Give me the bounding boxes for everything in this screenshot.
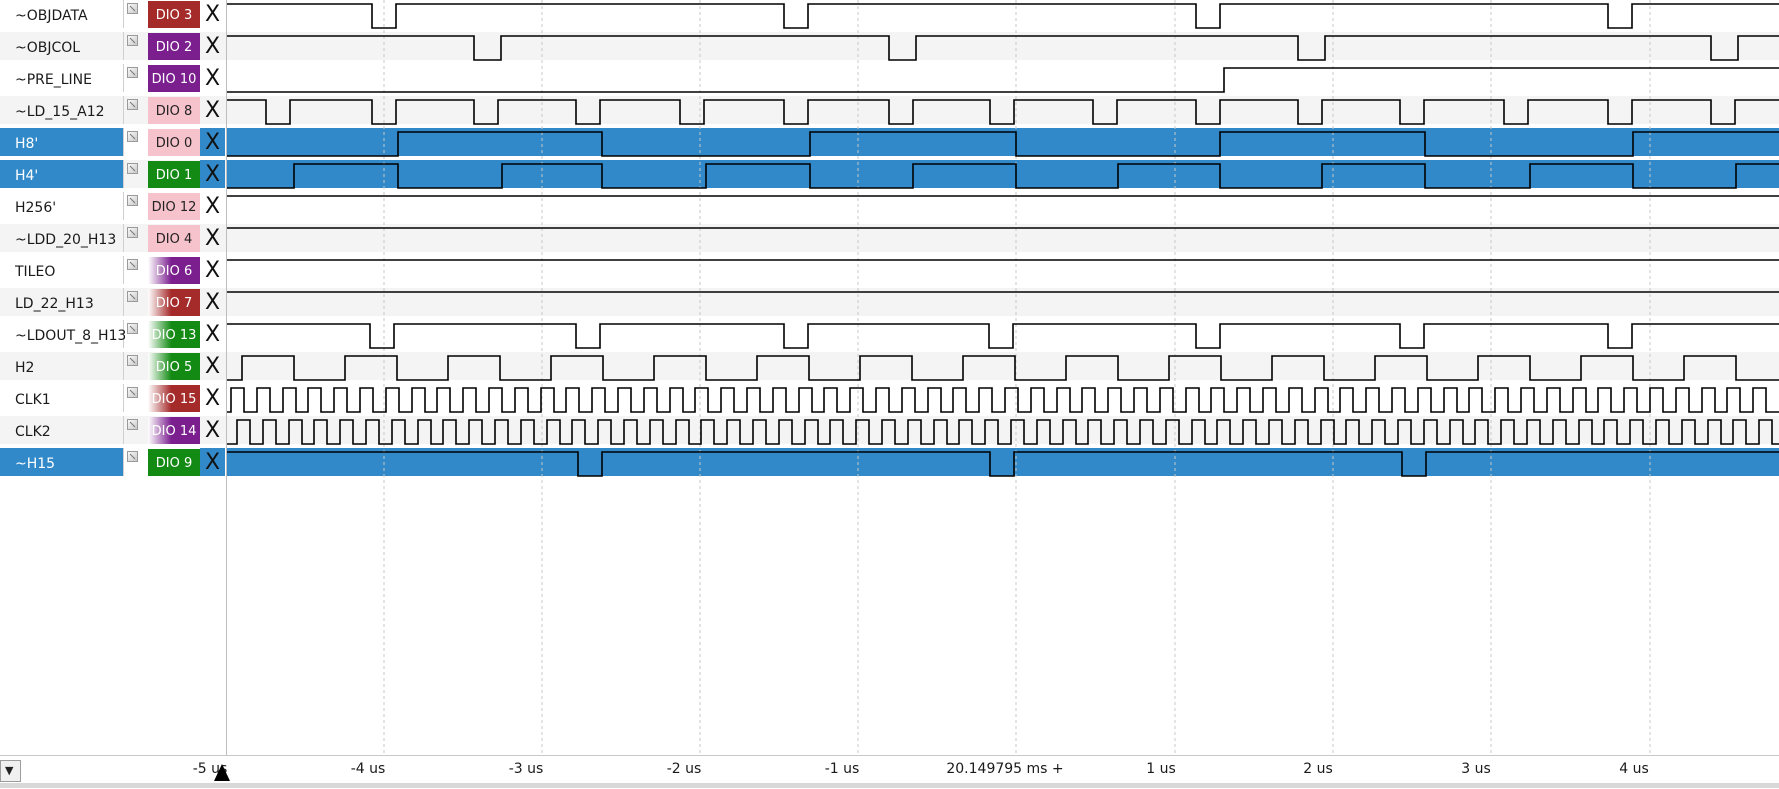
channel-waveform — [227, 99, 1779, 125]
channel-waveform — [227, 67, 1779, 93]
horizontal-scrollbar[interactable] — [0, 783, 1779, 788]
ruler-menu-button[interactable]: ▼ — [0, 760, 21, 782]
channel-waveform — [227, 451, 1779, 477]
channel-waveform — [227, 355, 1779, 381]
waveform-canvas[interactable] — [0, 0, 1779, 760]
ruler-tick-label: 20.149795 ms + — [946, 761, 1064, 777]
ruler-tick-label: -1 us — [824, 761, 860, 777]
channel-waveform — [227, 163, 1779, 189]
logic-analyzer-view: ~OBJDATA DIO 3 X ~OBJCOL DIO 2 X ~PRE_LINE DIO … — [0, 0, 1779, 789]
channel-waveform — [227, 35, 1779, 61]
chevron-down-icon: ▼ — [5, 764, 14, 777]
ruler-tick-label: 2 us — [1303, 761, 1333, 777]
trigger-marker-icon[interactable] — [214, 764, 230, 781]
ruler-tick-label: -3 us — [508, 761, 544, 777]
ruler-tick-label: 3 us — [1461, 761, 1491, 777]
ruler-tick-label: 1 us — [1146, 761, 1176, 777]
ruler-tick-label: -4 us — [350, 761, 386, 777]
channel-waveform — [227, 419, 1779, 445]
ruler-tick-label: 4 us — [1619, 761, 1649, 777]
channel-waveform — [227, 3, 1779, 29]
channel-waveform — [227, 387, 1779, 413]
channel-waveform — [227, 323, 1779, 349]
channel-waveform — [227, 131, 1779, 157]
ruler-tick-label: -2 us — [666, 761, 702, 777]
